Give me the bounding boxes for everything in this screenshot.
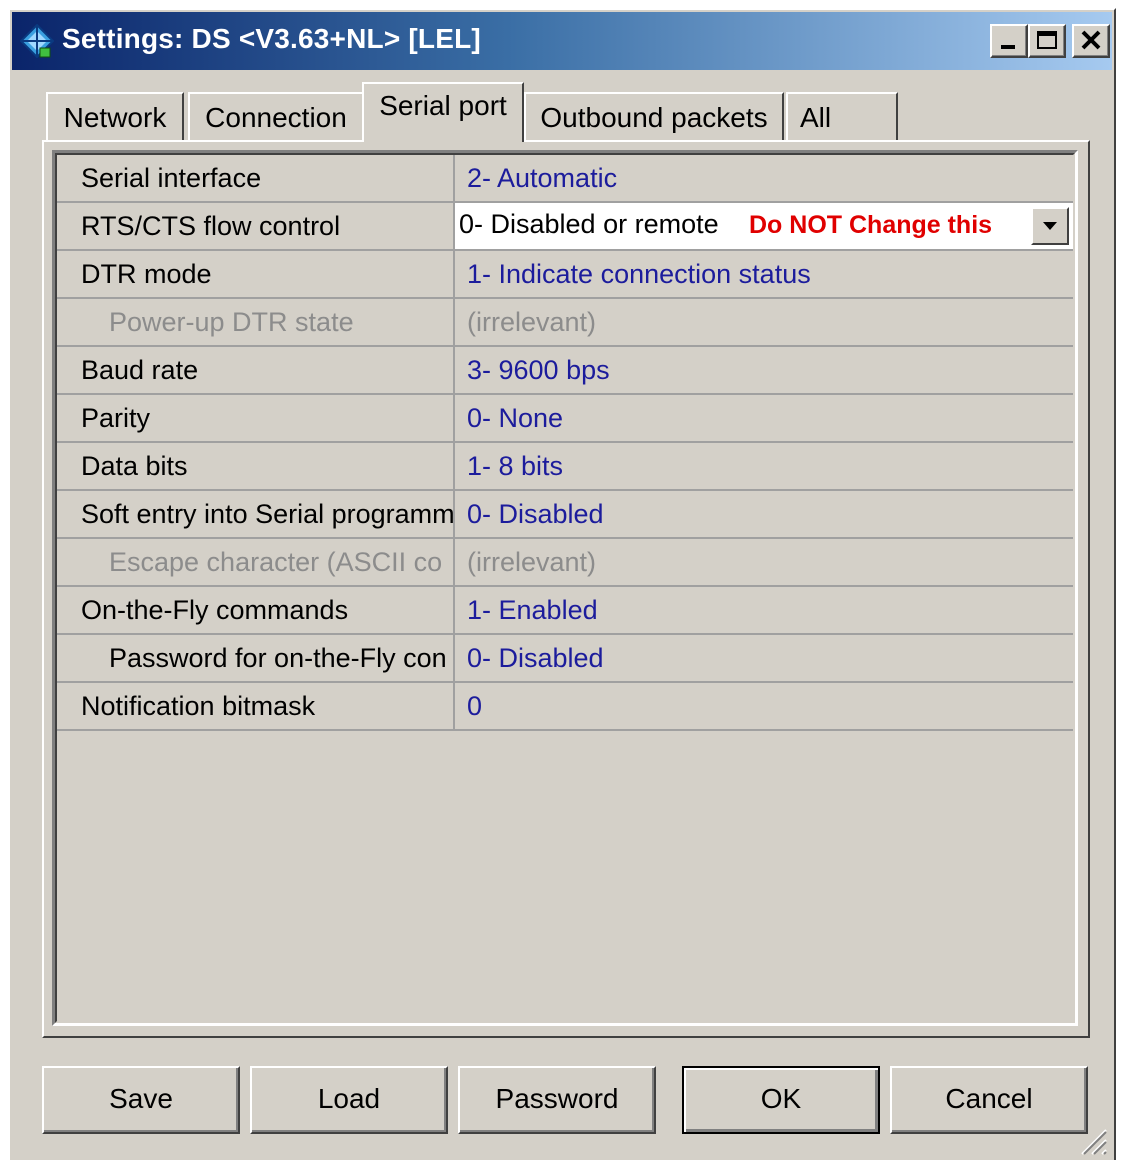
tab-serial-port[interactable]: Serial port (362, 82, 524, 142)
setting-row-on-the-fly-password[interactable]: Password for on-the-Fly con 0- Disabled (57, 635, 1073, 683)
setting-row-power-up-dtr-state: Power-up DTR state (irrelevant) (57, 299, 1073, 347)
tab-outbound-packets[interactable]: Outbound packets (524, 92, 784, 142)
save-button[interactable]: Save (42, 1066, 240, 1134)
maximize-icon (1037, 31, 1057, 49)
setting-value[interactable]: 0- Disabled (455, 491, 1073, 537)
minimize-icon (1001, 45, 1015, 49)
setting-value: (irrelevant) (467, 547, 597, 577)
rts-cts-select[interactable]: 0- Disabled or remote Do NOT Change this (455, 203, 1073, 249)
title-bar[interactable]: Settings: DS <V3.63+NL> [LEL] (12, 12, 1112, 70)
app-icon (19, 23, 55, 59)
setting-value[interactable]: 2- Automatic (455, 155, 1073, 201)
chevron-down-icon (1043, 222, 1057, 230)
setting-name: Notification bitmask (57, 683, 455, 729)
setting-name: DTR mode (57, 251, 455, 297)
dropdown-button[interactable] (1031, 207, 1069, 245)
serial-port-panel: Serial interface 2- Automatic RTS/CTS fl… (42, 140, 1090, 1038)
setting-name: Parity (57, 395, 455, 441)
minimize-button[interactable] (990, 24, 1028, 58)
setting-name: RTS/CTS flow control (57, 203, 455, 249)
setting-value: (irrelevant) (467, 307, 597, 337)
setting-row-notification-bitmask[interactable]: Notification bitmask 0 (57, 683, 1073, 731)
tab-connection[interactable]: Connection (188, 92, 364, 142)
cancel-button[interactable]: Cancel (890, 1066, 1088, 1134)
setting-name: Serial interface (57, 155, 455, 201)
setting-name: Password for on-the-Fly con (57, 635, 455, 681)
setting-name: Baud rate (57, 347, 455, 393)
setting-value[interactable]: 0- None (455, 395, 1073, 441)
load-button[interactable]: Load (250, 1066, 448, 1134)
tab-all[interactable]: All (786, 92, 898, 142)
setting-name: On-the-Fly commands (57, 587, 455, 633)
setting-value[interactable]: 0- Disabled (455, 635, 1073, 681)
settings-window: Settings: DS <V3.63+NL> [LEL] Network Co… (8, 8, 1116, 1160)
close-button[interactable] (1072, 24, 1110, 58)
setting-row-soft-entry[interactable]: Soft entry into Serial programm 0- Disab… (57, 491, 1073, 539)
setting-value[interactable]: 1- Enabled (455, 587, 1073, 633)
setting-row-escape-character: Escape character (ASCII co (irrelevant) (57, 539, 1073, 587)
setting-row-rts-cts-flow-control[interactable]: RTS/CTS flow control 0- Disabled or remo… (57, 203, 1073, 251)
ok-button[interactable]: OK (682, 1066, 880, 1134)
setting-row-data-bits[interactable]: Data bits 1- 8 bits (57, 443, 1073, 491)
password-button[interactable]: Password (458, 1066, 656, 1134)
setting-row-baud-rate[interactable]: Baud rate 3- 9600 bps (57, 347, 1073, 395)
resize-grip-icon[interactable] (1074, 1122, 1108, 1156)
setting-name: Soft entry into Serial programm (57, 491, 455, 537)
setting-value[interactable]: 1- 8 bits (455, 443, 1073, 489)
setting-value[interactable]: 1- Indicate connection status (455, 251, 1073, 297)
close-icon (1081, 30, 1101, 50)
setting-name: Escape character (ASCII co (57, 539, 455, 585)
window-title: Settings: DS <V3.63+NL> [LEL] (62, 23, 481, 54)
warning-note: Do NOT Change this (749, 211, 993, 239)
setting-name: Data bits (57, 443, 455, 489)
setting-name: Power-up DTR state (57, 299, 455, 345)
tab-network[interactable]: Network (46, 92, 184, 142)
setting-row-dtr-mode[interactable]: DTR mode 1- Indicate connection status (57, 251, 1073, 299)
setting-row-on-the-fly-commands[interactable]: On-the-Fly commands 1- Enabled (57, 587, 1073, 635)
setting-value[interactable]: 3- 9600 bps (455, 347, 1073, 393)
setting-row-serial-interface[interactable]: Serial interface 2- Automatic (57, 155, 1073, 203)
select-value: 0- Disabled or remote (459, 209, 719, 239)
setting-row-parity[interactable]: Parity 0- None (57, 395, 1073, 443)
settings-grid[interactable]: Serial interface 2- Automatic RTS/CTS fl… (52, 150, 1078, 1026)
maximize-button[interactable] (1028, 24, 1066, 58)
setting-value[interactable]: 0 (455, 683, 1073, 729)
